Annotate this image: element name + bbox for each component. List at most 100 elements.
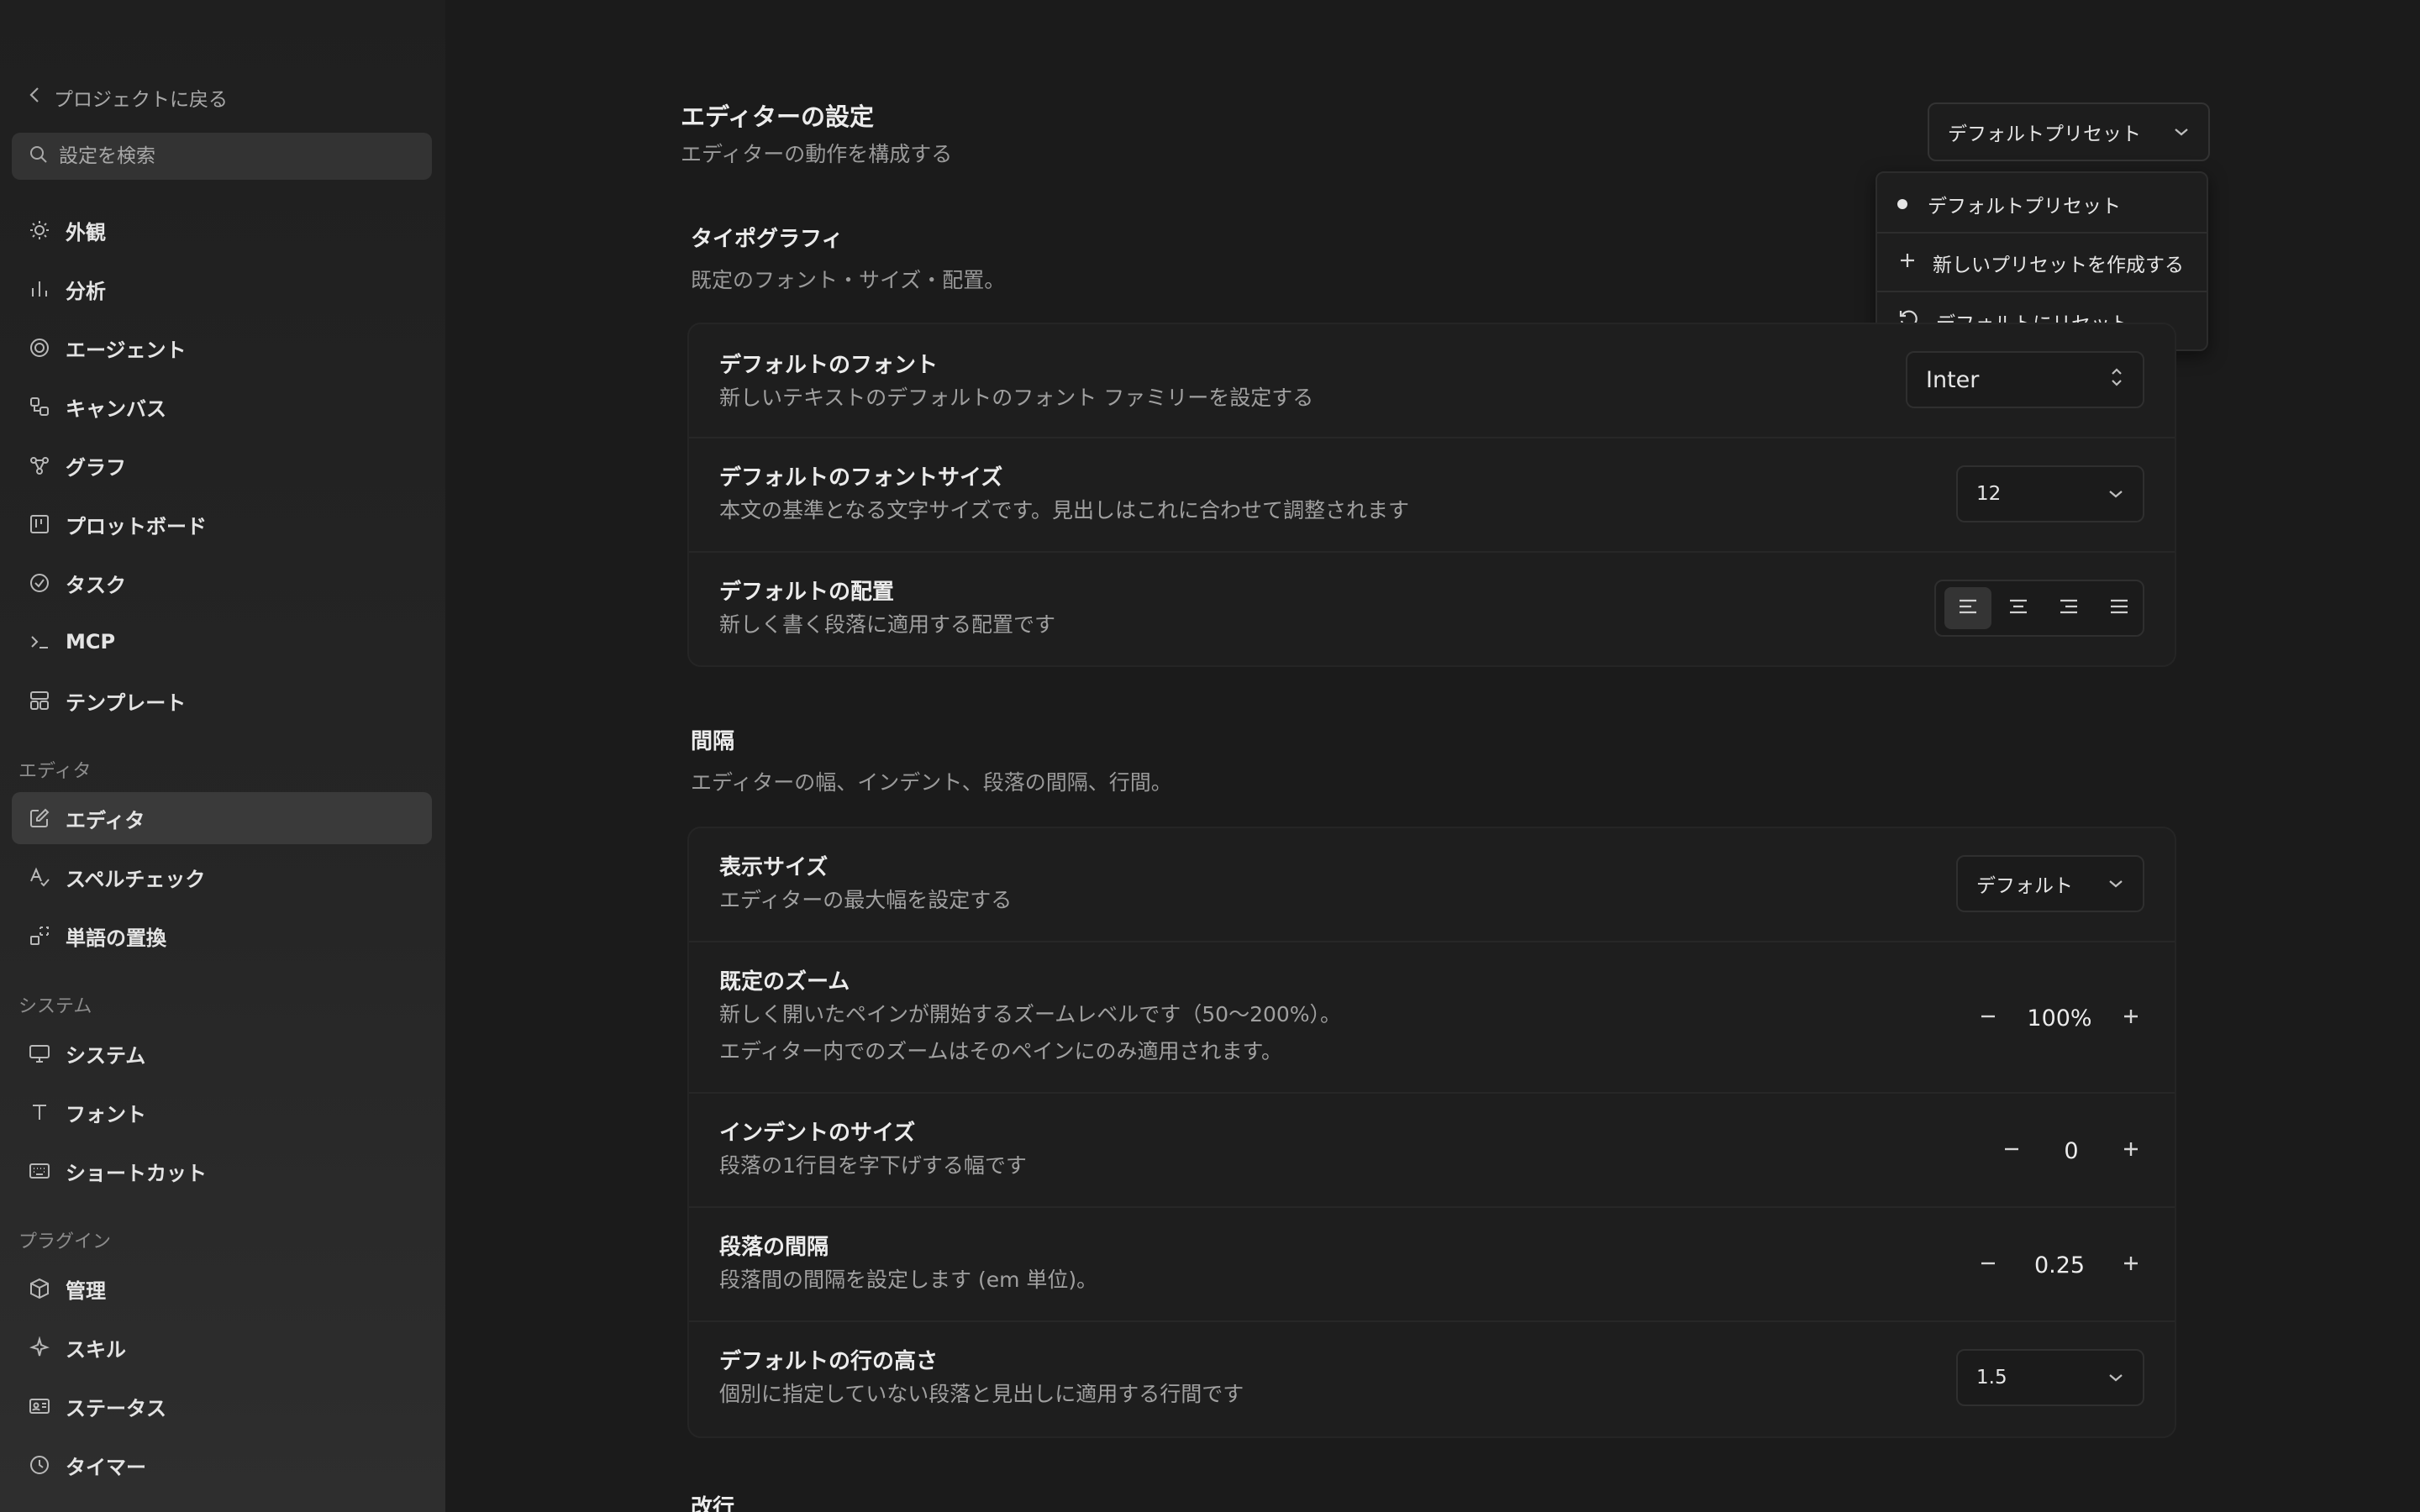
indent-decrease-button[interactable] [1995, 1134, 2028, 1168]
sparkle-icon [27, 1335, 52, 1360]
sidebar-item-canvas[interactable]: キャンバス [12, 381, 432, 433]
section-subtitle-typography: 既定のフォント・サイズ・配置。 [691, 268, 1006, 292]
sidebar-item-word-replace[interactable]: 単語の置換 [12, 910, 432, 962]
zoom-decrease-button[interactable] [1971, 1001, 2005, 1035]
menu-item-label: デフォルトプリセット [1928, 196, 2121, 218]
align-center-button[interactable] [1995, 587, 2042, 629]
sidebar-item-shortcuts[interactable]: ショートカット [12, 1145, 432, 1197]
sidebar-item-label: タスク [66, 573, 126, 597]
sidebar-item-label: キャンバス [66, 396, 166, 421]
indent-stepper: 0 [1995, 1126, 2148, 1176]
sidebar-item-manage[interactable]: 管理 [12, 1263, 432, 1315]
keyboard-icon [27, 1158, 52, 1184]
setting-description: 本文の基準となる文字サイズです。見出しはこれに合わせて調整されます [719, 498, 1410, 522]
sidebar-item-label: スペルチェック [66, 867, 206, 891]
section-label-plugins: プラグイン [18, 1231, 112, 1252]
search-input[interactable] [59, 145, 412, 167]
sidebar-item-label: ステータス [66, 1396, 166, 1420]
graph-icon [27, 453, 52, 478]
package-icon [27, 1276, 52, 1301]
sidebar-item-editor[interactable]: エディタ [12, 792, 432, 844]
align-justify-button[interactable] [2096, 587, 2143, 629]
align-right-button[interactable] [2045, 587, 2092, 629]
sidebar-item-system[interactable]: システム [12, 1027, 432, 1079]
setting-label: 既定のズーム [719, 969, 850, 995]
indent-increase-button[interactable] [2114, 1134, 2148, 1168]
paragraph-spacing-value: 0.25 [2033, 1252, 2086, 1278]
sidebar-item-agent[interactable]: エージェント [12, 322, 432, 374]
align-left-button[interactable] [1944, 587, 1991, 629]
font-size-select[interactable]: 12 [1956, 465, 2144, 522]
sidebar-item-label: スキル [66, 1337, 126, 1362]
setting-label: デフォルトのフォント [719, 353, 939, 378]
preset-menu-item-default[interactable]: デフォルトプリセット [1877, 175, 2207, 234]
sidebar-item-graph[interactable]: グラフ [12, 439, 432, 491]
sidebar-item-mcp[interactable]: MCP [12, 616, 432, 668]
template-icon [27, 688, 52, 713]
sidebar-item-fonts[interactable]: フォント [12, 1086, 432, 1138]
alignment-toggle-group [1934, 580, 2144, 637]
paragraph-spacing-decrease-button[interactable] [1971, 1248, 2005, 1282]
sidebar-item-tasks[interactable]: タスク [12, 557, 432, 609]
setting-description: 新しく書く段落に適用する配置です [719, 612, 1056, 637]
setting-row-font-size: デフォルトのフォントサイズ 本文の基準となる文字サイズです。見出しはこれに合わせ… [689, 438, 2175, 553]
preset-select-value: デフォルトプリセット [1948, 123, 2141, 145]
setting-row-zoom: 既定のズーム 新しく開いたペインが開始するズームレベルです（50〜200%）。 … [689, 942, 2175, 1094]
typography-card: デフォルトのフォント 新しいテキストのデフォルトのフォント ファミリーを設定する… [687, 323, 2176, 667]
monitor-icon [27, 1041, 52, 1066]
sidebar-item-label: 分析 [66, 279, 106, 303]
setting-row-alignment: デフォルトの配置 新しく書く段落に適用する配置です [689, 553, 2175, 665]
zoom-increase-button[interactable] [2114, 1001, 2148, 1035]
setting-description: エディターの最大幅を設定する [719, 888, 1013, 912]
sidebar-item-templates[interactable]: テンプレート [12, 675, 432, 727]
font-select[interactable]: Inter [1906, 351, 2144, 408]
sidebar-item-analytics[interactable]: 分析 [12, 263, 432, 315]
sidebar-item-plotboard[interactable]: プロットボード [12, 498, 432, 550]
preset-menu-item-new[interactable]: 新しいプリセットを作成する [1877, 234, 2207, 292]
sidebar-item-label: エージェント [66, 338, 187, 362]
section-title-spacing: 間隔 [691, 729, 735, 754]
setting-row-indent: インデントのサイズ 段落の1行目を字下げする幅です 0 [689, 1094, 2175, 1208]
sidebar-item-label: テンプレート [66, 690, 187, 715]
align-center-icon [2007, 597, 2029, 619]
align-right-icon [2058, 597, 2080, 619]
settings-search[interactable] [12, 133, 432, 180]
chevron-left-icon [29, 86, 40, 109]
sidebar-item-status[interactable]: ステータス [12, 1380, 432, 1432]
sidebar-item-label: 管理 [66, 1278, 106, 1303]
bullet-icon [1897, 199, 1907, 209]
setting-label: デフォルトのフォントサイズ [719, 465, 1003, 491]
replace-icon [27, 923, 52, 948]
sidebar-item-label: 単語の置換 [66, 926, 166, 950]
setting-description-note: エディター内でのズームはそのペインにのみ適用されます。 [719, 1039, 1283, 1063]
sidebar-item-label: タイマー [66, 1455, 146, 1479]
line-height-select[interactable]: 1.5 [1956, 1349, 2144, 1406]
chevron-down-icon [2107, 873, 2124, 895]
zoom-stepper: 100% [1971, 993, 2148, 1043]
sidebar-item-timer[interactable]: タイマー [12, 1439, 432, 1491]
edit-icon [27, 806, 52, 831]
bar-chart-icon [27, 276, 52, 302]
canvas-icon [27, 394, 52, 419]
sidebar-item-skills[interactable]: スキル [12, 1321, 432, 1373]
plus-icon [1897, 250, 1918, 276]
sidebar-item-spellcheck[interactable]: スペルチェック [12, 851, 432, 903]
setting-row-paragraph-spacing: 段落の間隔 段落間の間隔を設定します (em 単位)。 0.25 [689, 1208, 2175, 1322]
sidebar-item-appearance[interactable]: 外観 [12, 204, 432, 256]
paragraph-spacing-increase-button[interactable] [2114, 1248, 2148, 1282]
section-label-system: システム [18, 996, 92, 1017]
clock-icon [27, 1452, 52, 1478]
sidebar-item-label: プロットボード [66, 514, 207, 538]
minus-icon [1978, 1006, 1998, 1030]
setting-label: 段落の間隔 [719, 1235, 829, 1260]
chevron-up-down-icon [2109, 366, 2124, 394]
preset-select[interactable]: デフォルトプリセット [1928, 102, 2210, 161]
section-title-line-break: 改行 [691, 1495, 735, 1512]
line-height-select-value: 1.5 [1976, 1367, 2007, 1389]
sun-icon [27, 218, 52, 243]
font-select-value: Inter [1926, 366, 1980, 393]
setting-description: 新しく開いたペインが開始するズームレベルです（50〜200%）。 [719, 1002, 1342, 1026]
sidebar-item-label: 外観 [66, 220, 106, 244]
back-to-project-link[interactable]: プロジェクトに戻る [29, 81, 228, 114]
display-size-select[interactable]: デフォルト [1956, 855, 2144, 912]
